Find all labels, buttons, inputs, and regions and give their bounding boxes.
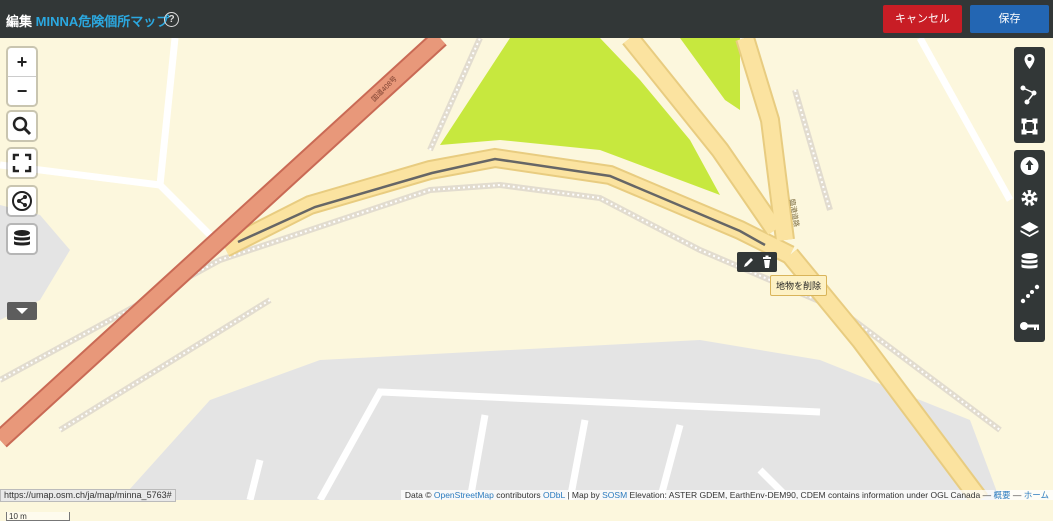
status-url: https://umap.osm.ch/ja/map/minna_5763# (0, 489, 176, 502)
share-icon (8, 187, 36, 215)
attr-sep: — (1012, 490, 1022, 500)
data-layers-icon[interactable] (1014, 246, 1045, 278)
import-data-icon[interactable] (1014, 150, 1045, 182)
zoom-in-button[interactable]: + (8, 48, 36, 76)
trash-icon[interactable] (758, 252, 776, 272)
edit-tools-bar (1014, 47, 1045, 143)
sosm-link[interactable]: SOSM (602, 490, 627, 500)
edit-mode-label: 編集 (6, 14, 33, 29)
about-link[interactable]: 概要 (993, 490, 1010, 500)
fullscreen-button[interactable] (8, 149, 36, 177)
help-icon[interactable]: ? (164, 12, 179, 27)
share-button[interactable] (8, 187, 36, 215)
more-controls-icon[interactable] (7, 302, 37, 320)
zoom-control: + − (8, 48, 36, 105)
cancel-button[interactable]: キャンセル (883, 5, 962, 33)
map-name-link[interactable]: MINNA危険個所マップ (36, 14, 170, 29)
attribution: Data © OpenStreetMap contributors ODbL |… (400, 490, 1053, 500)
feature-toolbar (737, 252, 777, 272)
scale-bar: 10 m (6, 512, 70, 521)
fullscreen-icon (8, 149, 36, 177)
top-bar: 編集 MINNA危険個所マップ ? キャンセル 保存 (0, 0, 1053, 38)
map-settings-icon[interactable] (1014, 182, 1045, 214)
map-canvas[interactable]: 国道408号 臨港道路 + − 地物を削除 10 m (0, 38, 1053, 521)
draw-marker-icon[interactable] (1014, 47, 1045, 79)
settings-tools-bar (1014, 150, 1045, 342)
zoom-out-button[interactable]: − (8, 76, 36, 105)
draw-polygon-icon[interactable] (1014, 111, 1045, 143)
home-link[interactable]: ホーム (1024, 490, 1049, 500)
draw-polyline-icon[interactable] (1014, 79, 1045, 111)
attr-contributors: contributors (496, 490, 541, 500)
data-layers-icon (8, 225, 36, 253)
tile-layers-icon[interactable] (1014, 278, 1045, 310)
delete-tooltip: 地物を削除 (770, 275, 828, 296)
manage-layers-icon[interactable] (1014, 214, 1045, 246)
search-icon (8, 112, 36, 140)
map-tiles (0, 38, 1053, 500)
attr-elevation: Elevation: ASTER GDEM, EarthEnv-DEM90, C… (629, 490, 992, 500)
attr-data-prefix: Data © (404, 490, 432, 500)
pencil-icon[interactable] (739, 252, 757, 272)
data-layers-button[interactable] (8, 225, 36, 253)
search-button[interactable] (8, 112, 36, 140)
attr-map-by: | Map by (567, 490, 600, 500)
map-title: 編集 MINNA危険個所マップ (6, 11, 169, 30)
save-button[interactable]: 保存 (970, 5, 1049, 33)
osm-link[interactable]: OpenStreetMap (434, 490, 494, 500)
odbl-link[interactable]: ODbL (543, 490, 565, 500)
permissions-key-icon[interactable] (1014, 310, 1045, 342)
